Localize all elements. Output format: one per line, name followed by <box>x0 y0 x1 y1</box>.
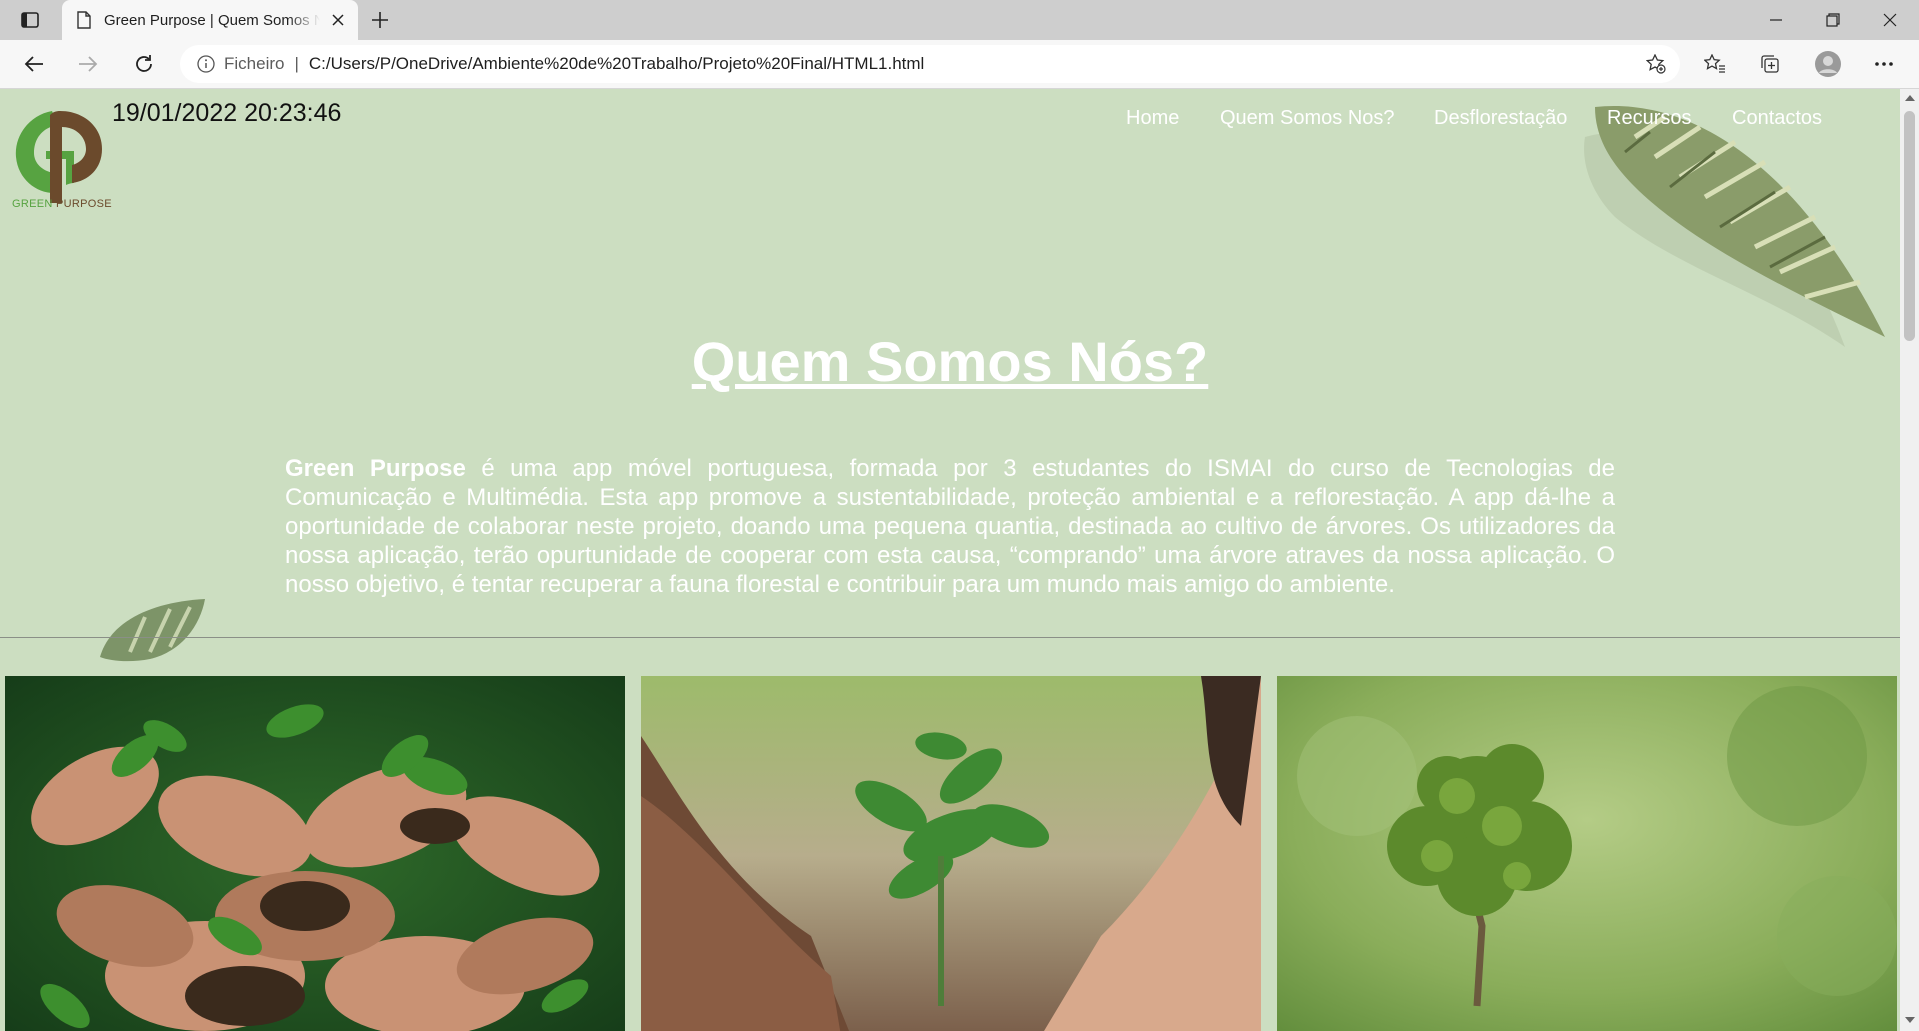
photo-tree <box>1277 676 1897 1031</box>
new-tab-button[interactable] <box>366 8 394 32</box>
intro-paragraph: Green Purpose é uma app móvel portuguesa… <box>285 454 1615 599</box>
green-purpose-logo <box>15 111 102 203</box>
datetime-display: 19/01/2022 20:23:46 <box>112 99 342 127</box>
section-divider <box>0 637 1900 638</box>
logo-text-green: GREEN <box>12 198 53 210</box>
logo-text: GREEN PURPOSE <box>12 198 112 210</box>
restore-button[interactable] <box>1805 0 1861 40</box>
photo-hands-seedlings <box>5 676 625 1031</box>
minimize-button[interactable] <box>1748 0 1804 40</box>
page-icon <box>74 10 94 30</box>
refresh-button[interactable] <box>126 48 162 80</box>
profile-button[interactable] <box>1810 48 1846 80</box>
nav-home[interactable]: Home <box>1126 107 1179 130</box>
forward-icon <box>79 56 98 72</box>
page-title: Quem Somos Nós? <box>691 330 1209 393</box>
profile-icon <box>1815 51 1841 77</box>
address-url[interactable]: C:/Users/P/OneDrive/Ambiente%20de%20Trab… <box>309 54 924 74</box>
nav-quem-somos[interactable]: Quem Somos Nos? <box>1220 107 1395 130</box>
browser-tab-bar: Green Purpose | Quem Somos Nós? <box>0 0 1919 40</box>
active-tab[interactable]: Green Purpose | Quem Somos Nós? <box>62 0 358 40</box>
back-icon <box>24 56 43 72</box>
info-icon[interactable] <box>196 54 216 74</box>
tab-title: Green Purpose | Quem Somos Nós? <box>104 11 320 29</box>
tab-actions-button[interactable] <box>10 8 50 32</box>
window-close-button[interactable] <box>1862 0 1918 40</box>
refresh-icon <box>136 55 152 72</box>
address-separator: | <box>294 54 299 73</box>
nav-recursos[interactable]: Recursos <box>1607 107 1691 130</box>
page-viewport: GREEN PURPOSE 19/01/2022 20:23:46 Home Q… <box>0 89 1900 1031</box>
scroll-up-icon[interactable] <box>1904 93 1915 103</box>
nav-contactos[interactable]: Contactos <box>1732 107 1822 130</box>
restore-icon <box>1826 13 1840 27</box>
collections-icon <box>1761 55 1779 73</box>
photo-planting-seedling <box>641 676 1261 1031</box>
back-button[interactable] <box>16 48 52 80</box>
nav-desflorestacao[interactable]: Desflorestação <box>1434 107 1567 130</box>
tab-close-button[interactable] <box>328 10 348 30</box>
tab-actions-icon <box>21 12 39 28</box>
favorites-icon <box>1704 54 1725 73</box>
small-leaf-icon <box>100 599 205 662</box>
browser-toolbar: Ficheiro | C:/Users/P/OneDrive/Ambiente%… <box>0 40 1919 89</box>
add-favorite-icon[interactable] <box>1646 54 1666 74</box>
window-close-icon <box>1883 13 1897 27</box>
more-icon <box>1875 62 1893 66</box>
scroll-down-icon[interactable] <box>1904 1015 1915 1025</box>
logo-text-brown: PURPOSE <box>55 198 112 210</box>
collections-button[interactable] <box>1752 48 1788 80</box>
scroll-thumb[interactable] <box>1904 111 1915 341</box>
address-bar[interactable]: Ficheiro | C:/Users/P/OneDrive/Ambiente%… <box>180 45 1680 83</box>
close-icon <box>332 14 344 26</box>
forward-button[interactable] <box>70 48 106 80</box>
address-scheme: Ficheiro <box>224 54 285 73</box>
minimize-icon <box>1770 19 1782 21</box>
favorites-button[interactable] <box>1697 48 1733 80</box>
more-button[interactable] <box>1866 48 1902 80</box>
page-scrollbar[interactable] <box>1900 89 1919 1031</box>
intro-text: é uma app móvel portuguesa, formada por … <box>285 455 1615 598</box>
intro-brand: Green Purpose <box>285 455 466 482</box>
plus-icon <box>372 12 388 28</box>
